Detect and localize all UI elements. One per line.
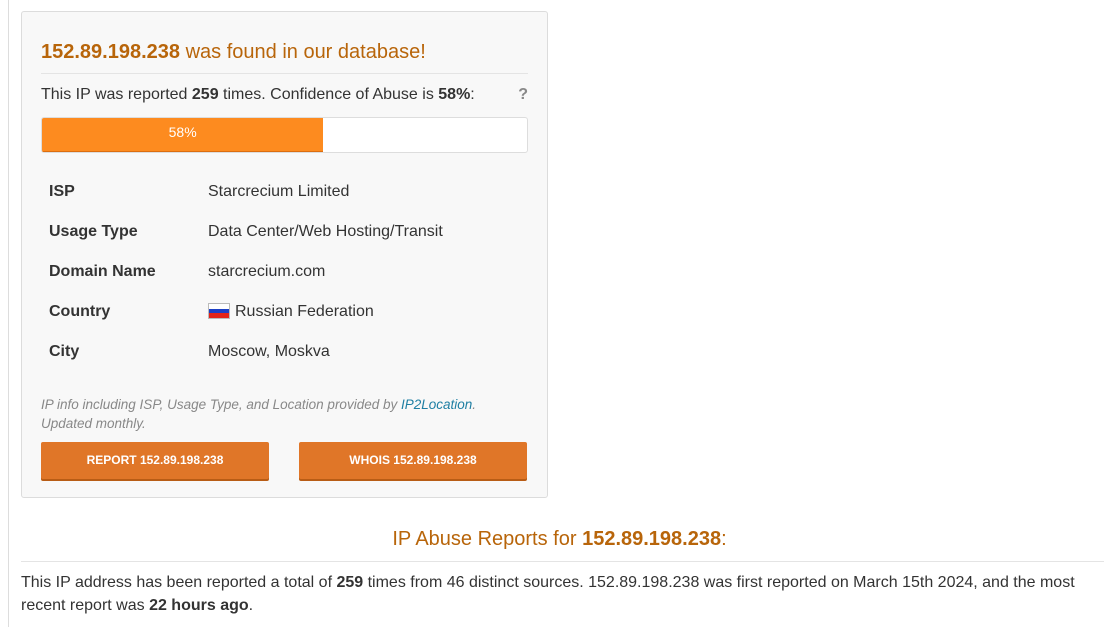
- ip2location-link[interactable]: IP2Location: [401, 397, 472, 412]
- confidence-value: 58%: [438, 86, 471, 103]
- country-value: Russian Federation: [235, 303, 374, 320]
- reports-summary: This IP address has been reported a tota…: [21, 574, 1075, 614]
- found-heading: 152.89.198.238 was found in our database…: [41, 41, 426, 63]
- report-count: 259: [191, 86, 219, 103]
- ip-info-table: ISP Starcrecium Limited Usage Type Data …: [41, 172, 451, 372]
- reports-ip: 152.89.198.238: [582, 528, 722, 550]
- report-ip-button[interactable]: REPORT 152.89.198.238: [41, 442, 269, 479]
- confidence-progress-fill: 58%: [42, 118, 324, 152]
- confidence-progress-bar: 58%: [41, 117, 528, 153]
- usage-type-value: Data Center/Web Hosting/Transit: [208, 223, 443, 240]
- city-label: City: [49, 343, 80, 360]
- city-value: Moscow, Moskva: [208, 343, 330, 360]
- info-row-city: City Moscow, Moskva: [41, 332, 451, 372]
- ip-address: 152.89.198.238: [41, 41, 181, 63]
- divider: [41, 73, 528, 74]
- help-icon[interactable]: ?: [518, 86, 528, 104]
- russia-flag-icon: [208, 303, 230, 319]
- info-row-isp: ISP Starcrecium Limited: [41, 172, 451, 212]
- data-source-note: IP info including ISP, Usage Type, and L…: [41, 397, 477, 431]
- country-label: Country: [49, 303, 111, 320]
- info-row-usage: Usage Type Data Center/Web Hosting/Trans…: [41, 212, 451, 252]
- whois-ip-button[interactable]: WHOIS 152.89.198.238: [299, 442, 527, 479]
- ip-summary-card: 152.89.198.238 was found in our database…: [21, 11, 548, 498]
- info-row-country: Country Russian Federation: [41, 292, 451, 332]
- report-count-line: This IP was reported 259 times. Confiden…: [41, 86, 475, 103]
- isp-value: Starcrecium Limited: [208, 183, 350, 200]
- info-row-domain: Domain Name starcrecium.com: [41, 252, 451, 292]
- domain-label: Domain Name: [49, 263, 156, 280]
- usage-type-label: Usage Type: [49, 223, 138, 240]
- recent-report-time: 22 hours ago: [149, 597, 249, 614]
- domain-value: starcrecium.com: [208, 263, 326, 280]
- divider: [21, 561, 1104, 562]
- abuse-reports-heading: IP Abuse Reports for 152.89.198.238:: [392, 528, 727, 550]
- isp-label: ISP: [49, 183, 75, 200]
